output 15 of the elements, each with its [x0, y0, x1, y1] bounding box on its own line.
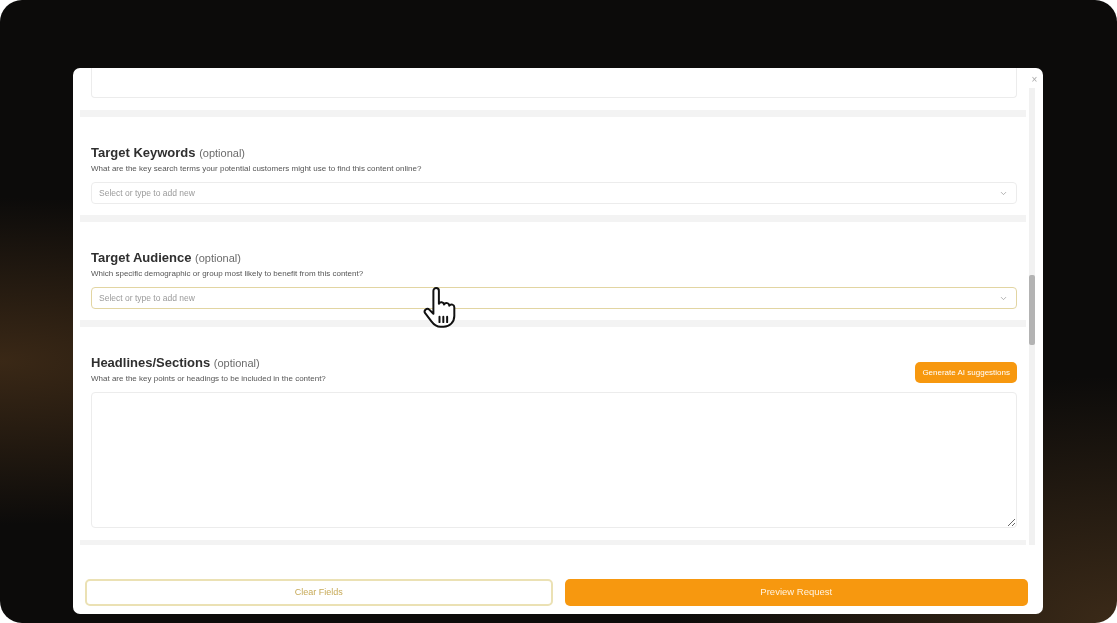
section-description: What are the key search terms your potential customers might use to find this content online?	[91, 163, 422, 175]
close-button[interactable]: ×	[1031, 74, 1038, 86]
preview-request-button[interactable]: Preview Request	[564, 579, 1028, 606]
headlines-textarea[interactable]	[91, 392, 1017, 528]
section-heading: Target Audience (optional)	[91, 250, 241, 266]
section-description: What are the key points or headings to be included in the content?	[91, 373, 326, 385]
scrollbar-thumb[interactable]	[1028, 275, 1035, 345]
section-description: Which specific demographic or group most likely to benefit from this content?	[91, 268, 364, 280]
section-heading: Headlines/Sections (optional)	[91, 355, 260, 371]
section-heading: Target Keywords (optional)	[91, 145, 245, 161]
select-field[interactable]	[91, 68, 1017, 98]
generate-suggestions-button[interactable]: Generate AI suggestions	[915, 362, 1017, 383]
select-field[interactable]: Select or type to add new	[91, 287, 1017, 309]
select-field[interactable]: Select or type to add new	[91, 182, 1017, 204]
clear-fields-button[interactable]: Clear Fields	[85, 579, 553, 606]
